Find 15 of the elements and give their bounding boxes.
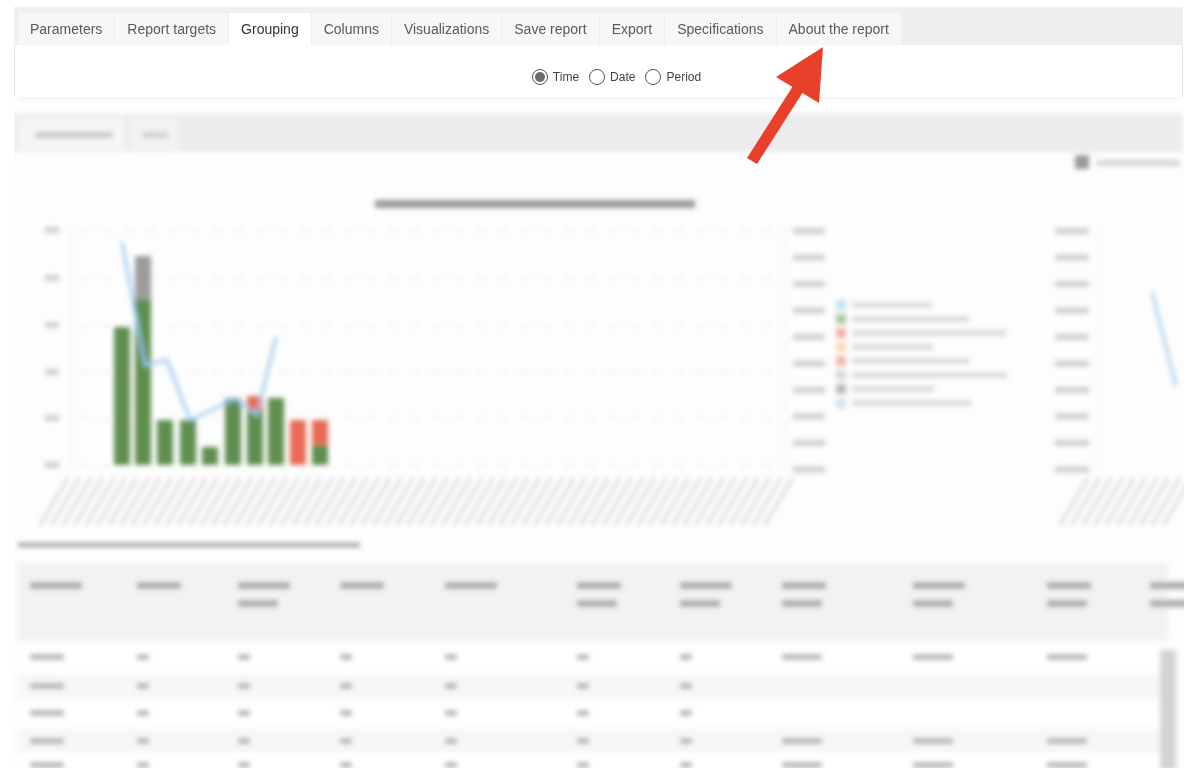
- tab[interactable]: Parameters: [18, 13, 115, 45]
- tab[interactable]: About the report: [776, 13, 901, 45]
- radio-icon[interactable]: [645, 69, 662, 85]
- tab[interactable]: Specifications: [665, 13, 776, 45]
- radio-option[interactable]: Time: [531, 69, 580, 85]
- radio-icon[interactable]: [531, 69, 548, 85]
- radio-option[interactable]: Date: [589, 69, 636, 85]
- tab[interactable]: Save report: [502, 13, 599, 45]
- tab[interactable]: Grouping: [229, 13, 311, 45]
- tab[interactable]: Columns: [311, 13, 391, 45]
- tab[interactable]: Visualizations: [391, 13, 502, 45]
- radio-icon[interactable]: [589, 69, 606, 85]
- tab[interactable]: Export: [599, 13, 665, 45]
- radio-option[interactable]: Period: [645, 69, 702, 85]
- tab[interactable]: Report targets: [115, 13, 229, 45]
